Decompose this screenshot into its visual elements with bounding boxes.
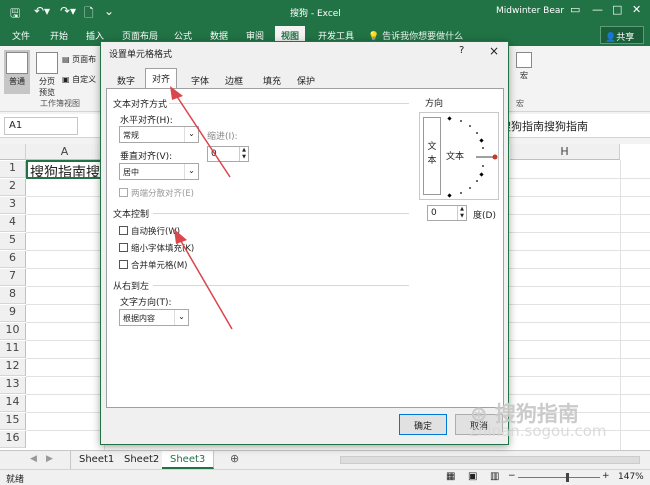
annotation-arrow-wrap	[174, 229, 233, 330]
annotation-arrow-tab	[170, 86, 231, 178]
watermark-url: zhinan.sogou.com	[470, 422, 607, 440]
